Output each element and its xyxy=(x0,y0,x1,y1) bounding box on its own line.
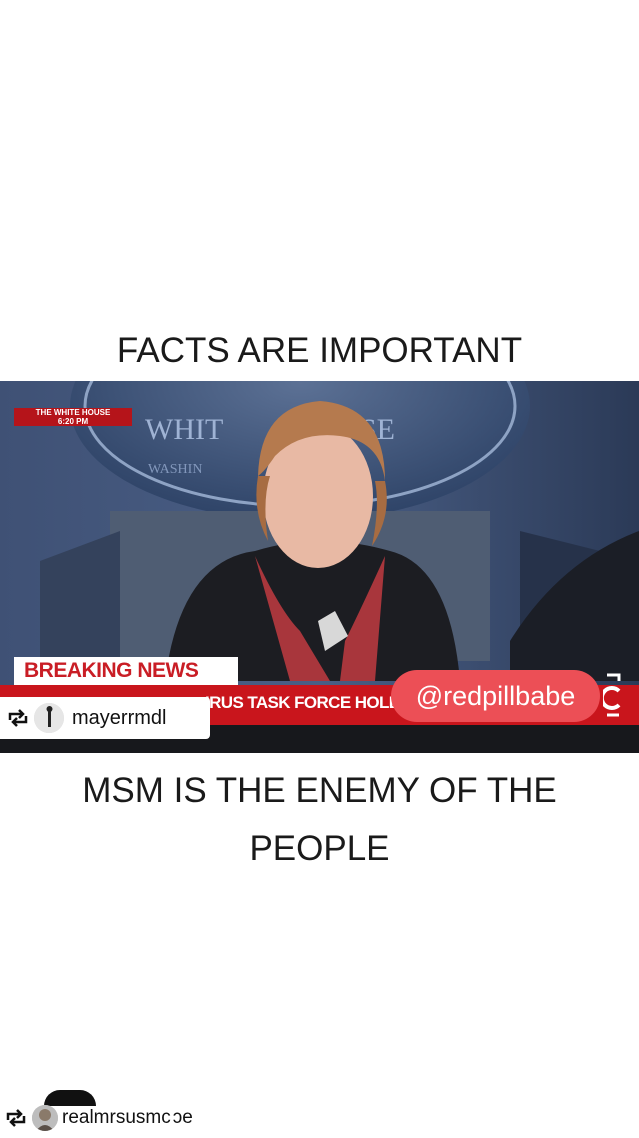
breaking-news-banner: BREAKING NEWS xyxy=(14,657,238,685)
station-badge: THE WHITE HOUSE 6:20 PM xyxy=(14,408,132,426)
station-location: THE WHITE HOUSE xyxy=(35,408,111,417)
repost-icon xyxy=(4,704,32,732)
channel-logo-icon xyxy=(599,673,621,717)
footer-text-fragment: ɔe xyxy=(172,1107,193,1128)
top-caption: FACTS ARE IMPORTANT xyxy=(116,331,523,370)
repost-icon xyxy=(2,1104,30,1132)
repost-credit[interactable]: mayerrmdl xyxy=(0,697,210,739)
station-time: 6:20 PM xyxy=(57,417,89,426)
svg-text:WHIT: WHIT xyxy=(145,413,223,446)
repost-username[interactable]: mayerrmdl xyxy=(72,707,166,730)
avatar[interactable] xyxy=(34,703,64,733)
footer-repost-credit[interactable]: realmrsusmc ɔe xyxy=(0,1098,260,1138)
bottom-caption: MSM IS THE ENEMY OF THE PEOPLE xyxy=(0,762,639,878)
avatar[interactable] xyxy=(32,1105,58,1131)
ticker-text: IRUS TASK FORCE HOLD xyxy=(205,693,401,712)
watermark-handle: @redpillbabe xyxy=(391,670,600,722)
footer-username[interactable]: realmrsusmc xyxy=(62,1107,171,1129)
channel-logo-fragment xyxy=(599,671,623,721)
bottom-caption-line1: MSM IS THE ENEMY OF THE xyxy=(82,771,557,810)
bottom-caption-line2: PEOPLE xyxy=(249,829,390,868)
svg-text:WASHIN: WASHIN xyxy=(148,462,202,477)
